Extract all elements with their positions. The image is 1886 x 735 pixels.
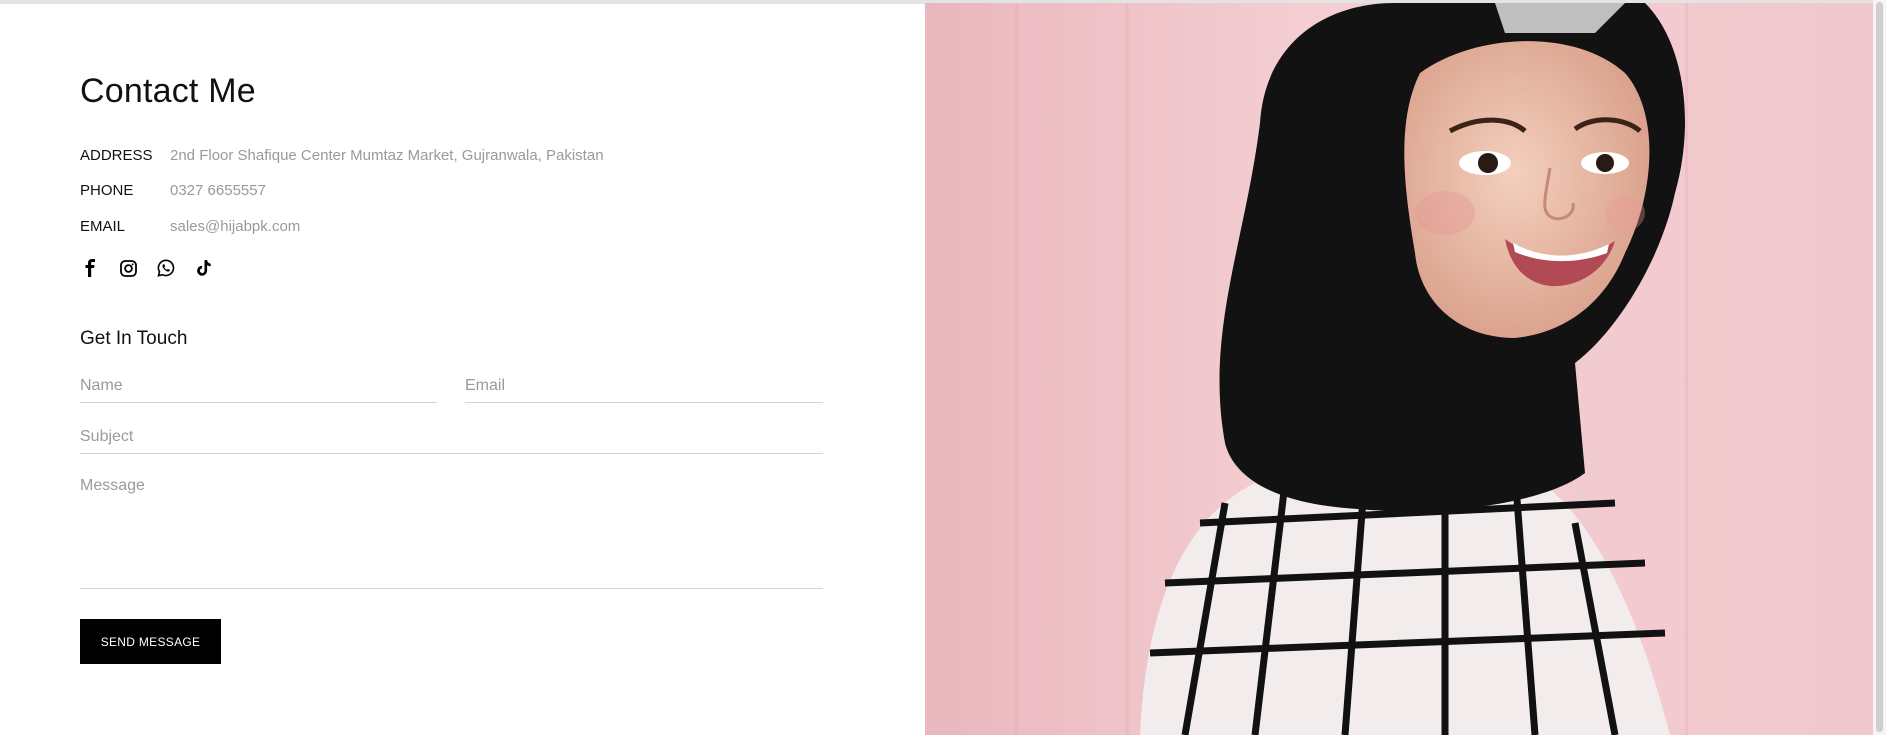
form-title: Get In Touch (80, 328, 188, 349)
email-input[interactable] (465, 376, 823, 403)
whatsapp-icon[interactable] (156, 258, 176, 278)
social-links (80, 258, 214, 278)
email-label: EMAIL (80, 217, 126, 235)
subject-input[interactable] (80, 427, 823, 454)
facebook-icon[interactable] (80, 258, 100, 278)
send-message-button[interactable]: SEND MESSAGE (80, 619, 221, 664)
page-scrollbar[interactable] (1873, 0, 1886, 735)
phone-value: 0327 6655557 (170, 181, 266, 199)
email-row: EMAIL sales@hijabpk.com (80, 215, 300, 237)
phone-row: PHONE 0327 6655557 (80, 179, 266, 201)
scrollbar-thumb[interactable] (1876, 2, 1883, 732)
address-value: 2nd Floor Shafique Center Mumtaz Market,… (170, 146, 604, 164)
phone-label: PHONE (80, 181, 134, 199)
message-textarea[interactable] (80, 477, 823, 589)
hero-photo (925, 3, 1873, 735)
address-row: ADDRESS 2nd Floor Shafique Center Mumtaz… (80, 144, 604, 166)
name-input[interactable] (80, 376, 437, 403)
contact-section: Contact Me ADDRESS 2nd Floor Shafique Ce… (80, 0, 840, 735)
email-value: sales@hijabpk.com (170, 217, 301, 235)
page-title: Contact Me (80, 72, 256, 110)
instagram-icon[interactable] (118, 258, 138, 278)
address-label: ADDRESS (80, 146, 153, 164)
woman-in-hijab-image (925, 3, 1873, 735)
tiktok-icon[interactable] (194, 258, 214, 278)
